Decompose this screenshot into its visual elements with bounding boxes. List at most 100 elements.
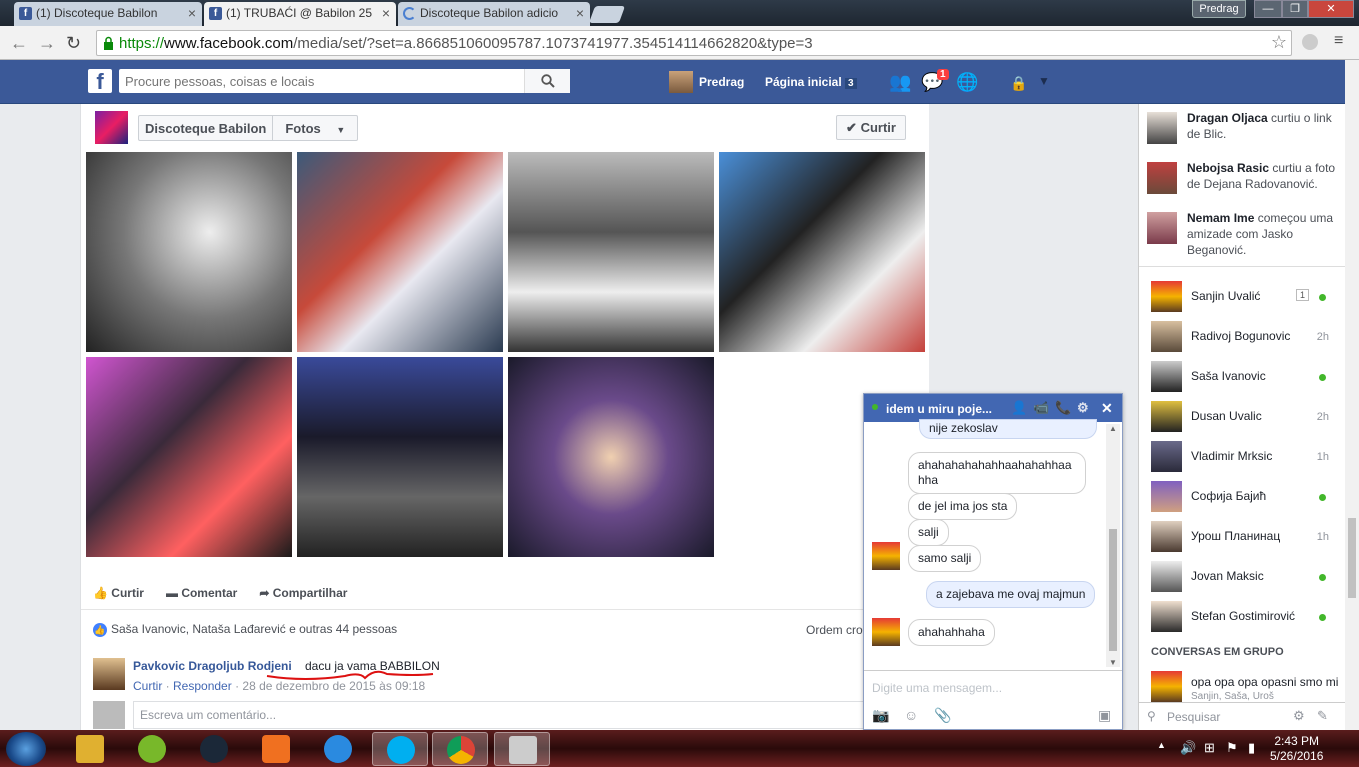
- photos-dropdown[interactable]: Fotos ▼: [272, 116, 357, 140]
- page-scrollbar[interactable]: [1345, 60, 1359, 730]
- chat-search-input[interactable]: ⚲ Pesquisar ⚙ ✎: [1139, 702, 1346, 730]
- skype-taskbar-button[interactable]: [372, 732, 428, 766]
- search-box: [119, 69, 570, 93]
- page-thumbnail[interactable]: [95, 111, 128, 144]
- tray-arrow-icon[interactable]: ▲: [1157, 740, 1166, 750]
- chrome-taskbar-button[interactable]: [432, 732, 488, 766]
- comment-reply-link[interactable]: Responder: [173, 679, 232, 693]
- contact-item[interactable]: Dusan Uvalic 2h: [1149, 399, 1339, 433]
- scroll-down-icon[interactable]: ▼: [1109, 658, 1117, 667]
- avatar[interactable]: [669, 71, 693, 93]
- chevron-down-icon[interactable]: ▼: [1038, 74, 1050, 88]
- profile-link[interactable]: Predrag: [699, 75, 744, 89]
- contact-item[interactable]: Софија Бајић: [1149, 479, 1339, 513]
- contact-item[interactable]: Sanjin Uvalić 1: [1149, 279, 1339, 313]
- facebook-icon: f: [209, 7, 222, 20]
- compose-icon[interactable]: ✎: [1317, 708, 1328, 724]
- order-dropdown[interactable]: Ordem cron: [806, 623, 866, 637]
- gear-icon[interactable]: ⚙: [1077, 400, 1089, 416]
- contact-item[interactable]: Vladimir Mrksic 1h: [1149, 439, 1339, 473]
- privacy-lock-icon[interactable]: 🔒: [1010, 75, 1030, 95]
- explorer-taskbar-button[interactable]: [62, 732, 118, 766]
- browser-tab-3[interactable]: Discoteque Babilon adicio ×: [398, 2, 590, 26]
- forward-icon[interactable]: →: [38, 33, 56, 54]
- search-button[interactable]: [524, 69, 570, 93]
- comment-action[interactable]: ▬ Comentar: [166, 586, 237, 600]
- home-label: Página inicial: [765, 75, 842, 89]
- like-action[interactable]: 👍 Curtir: [93, 586, 144, 600]
- bookmark-star-icon[interactable]: ☆: [1271, 32, 1287, 53]
- album-photo[interactable]: [297, 357, 503, 557]
- album-photo[interactable]: [86, 357, 292, 557]
- album-photo[interactable]: [508, 357, 714, 557]
- contact-item[interactable]: Stefan Gostimirović: [1149, 599, 1339, 633]
- start-button[interactable]: [6, 732, 46, 766]
- close-icon[interactable]: ×: [576, 5, 584, 21]
- contact-item[interactable]: Урош Планинац 1h: [1149, 519, 1339, 553]
- album-photo[interactable]: [719, 152, 925, 352]
- home-link[interactable]: Página inicial 3: [765, 75, 857, 89]
- minimize-icon[interactable]: —: [1254, 0, 1282, 18]
- close-icon[interactable]: ×: [188, 5, 196, 21]
- phone-icon[interactable]: 📞: [1055, 400, 1071, 416]
- network-icon[interactable]: ▮: [1248, 740, 1255, 756]
- new-tab-button[interactable]: [588, 6, 626, 23]
- close-icon[interactable]: ✕: [1101, 400, 1113, 417]
- system-clock[interactable]: 2:43 PM 5/26/2016: [1270, 734, 1323, 764]
- contact-item[interactable]: Saša Ivanovic: [1149, 359, 1339, 393]
- media-player-taskbar-button[interactable]: [248, 732, 304, 766]
- tab-label: Discoteque Babilon adicio: [420, 6, 559, 20]
- steam-taskbar-button[interactable]: [186, 732, 242, 766]
- comment-input[interactable]: Escreva um comentário...: [133, 701, 913, 729]
- chat-scrollbar[interactable]: ▲ ▼: [1106, 424, 1120, 667]
- comment-like-link[interactable]: Curtir: [133, 679, 162, 693]
- scrollbar-thumb[interactable]: [1109, 529, 1117, 651]
- share-action[interactable]: ➦ Compartilhar: [259, 586, 347, 600]
- volume-icon[interactable]: 🔊: [1180, 740, 1196, 756]
- breadcrumb-page-name[interactable]: Discoteque Babilon: [139, 116, 272, 140]
- likes-summary[interactable]: 👍 Saša Ivanovic, Nataša Lađarević e outra…: [93, 622, 397, 637]
- group-conversation-item[interactable]: opa opa opa opasni smo mi Sanjin, Saša, …: [1149, 669, 1344, 703]
- friend-requests-icon[interactable]: 👥: [889, 72, 911, 92]
- group-members: Sanjin, Saša, Uroš: [1191, 691, 1274, 702]
- page-like-button[interactable]: ✔ Curtir: [836, 115, 906, 140]
- scrollbar-thumb[interactable]: [1348, 518, 1356, 598]
- windows-icon[interactable]: ⊞: [1204, 740, 1215, 756]
- back-icon[interactable]: ←: [10, 33, 28, 54]
- url-field[interactable]: https://www.facebook.com/media/set/?set=…: [96, 30, 1292, 56]
- utorrent-taskbar-button[interactable]: [124, 732, 180, 766]
- ie-taskbar-button[interactable]: [310, 732, 366, 766]
- contact-item[interactable]: Jovan Maksic: [1149, 559, 1339, 593]
- maximize-icon[interactable]: ❐: [1282, 0, 1308, 18]
- facebook-logo-icon[interactable]: f: [88, 69, 112, 94]
- search-input[interactable]: [125, 70, 525, 92]
- browser-tab-2[interactable]: f (1) TRUBAĆI @ Babilon 25 ×: [204, 2, 396, 26]
- scroll-up-icon[interactable]: ▲: [1109, 424, 1117, 433]
- browser-tab-1[interactable]: f (1) Discoteque Babilon ×: [14, 2, 202, 26]
- chat-title[interactable]: idem u miru poje...: [886, 402, 992, 416]
- chat-message-input[interactable]: Digite uma mensagem...: [872, 681, 1002, 695]
- avatar[interactable]: [93, 658, 125, 690]
- chat-header[interactable]: idem u miru poje... 👤 📹 📞 ⚙ ✕: [864, 394, 1122, 422]
- video-call-icon[interactable]: 📹: [1033, 400, 1049, 416]
- camera-icon[interactable]: 📷: [872, 707, 889, 724]
- avatar: [872, 618, 900, 646]
- gear-icon[interactable]: ⚙: [1293, 708, 1305, 724]
- album-photo[interactable]: [86, 152, 292, 352]
- reload-icon[interactable]: ↻: [66, 33, 81, 54]
- contact-item[interactable]: Radivoj Bogunovic 2h: [1149, 319, 1339, 353]
- sticker-icon[interactable]: ▣: [1098, 707, 1111, 724]
- browser-user-badge[interactable]: Predrag: [1192, 0, 1246, 18]
- attachment-icon[interactable]: 📎: [934, 707, 951, 724]
- window-close-icon[interactable]: ✕: [1308, 0, 1354, 18]
- emoji-icon[interactable]: ☺: [904, 707, 918, 723]
- flag-icon[interactable]: ⚑: [1226, 740, 1238, 756]
- menu-icon[interactable]: ≡: [1334, 32, 1343, 50]
- notifications-globe-icon[interactable]: 🌐: [956, 72, 978, 92]
- add-friend-icon[interactable]: 👤: [1011, 400, 1027, 416]
- chess-taskbar-button[interactable]: [494, 732, 550, 766]
- album-photo[interactable]: [508, 152, 714, 352]
- close-icon[interactable]: ×: [382, 5, 390, 21]
- extension-icon[interactable]: [1302, 34, 1318, 50]
- album-photo[interactable]: [297, 152, 503, 352]
